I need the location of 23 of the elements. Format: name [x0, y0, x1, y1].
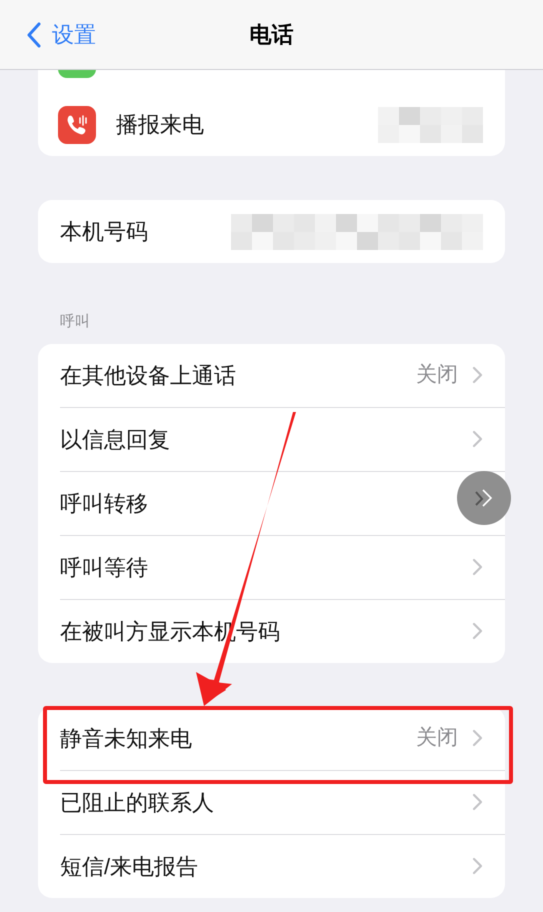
row-value: 关闭 [416, 362, 458, 388]
chevron-icon [472, 729, 483, 747]
row-label[interactable]: 播报来电 [116, 108, 204, 141]
page-title: 电话 [250, 21, 294, 49]
row-label[interactable]: 短信/来电报告 [60, 850, 198, 882]
row-label[interactable]: 在其他设备上通话 [60, 358, 236, 392]
chevron-icon [472, 558, 483, 576]
chevron-icon [472, 366, 483, 384]
chevron-icon [472, 857, 483, 875]
row-label[interactable]: 静音未知来电 [60, 722, 192, 754]
row-label[interactable]: 本机号码 [60, 215, 148, 248]
row-label[interactable]: 呼叫转移 [60, 486, 148, 520]
row-value: 关闭 [416, 725, 458, 752]
chevron-icon [472, 793, 483, 811]
section-header: 呼叫 [60, 312, 91, 332]
back-chevron-icon [26, 22, 42, 48]
row-label[interactable]: 已阻止的联系人 [60, 786, 214, 818]
back-button[interactable]: 设置 [26, 18, 96, 51]
chevron-icon [472, 430, 483, 448]
row-label[interactable]: 以信息回复 [60, 422, 170, 456]
row-label[interactable]: 呼叫等待 [60, 550, 148, 584]
chevron-icon [472, 622, 483, 640]
phone-waves-icon [58, 106, 96, 144]
